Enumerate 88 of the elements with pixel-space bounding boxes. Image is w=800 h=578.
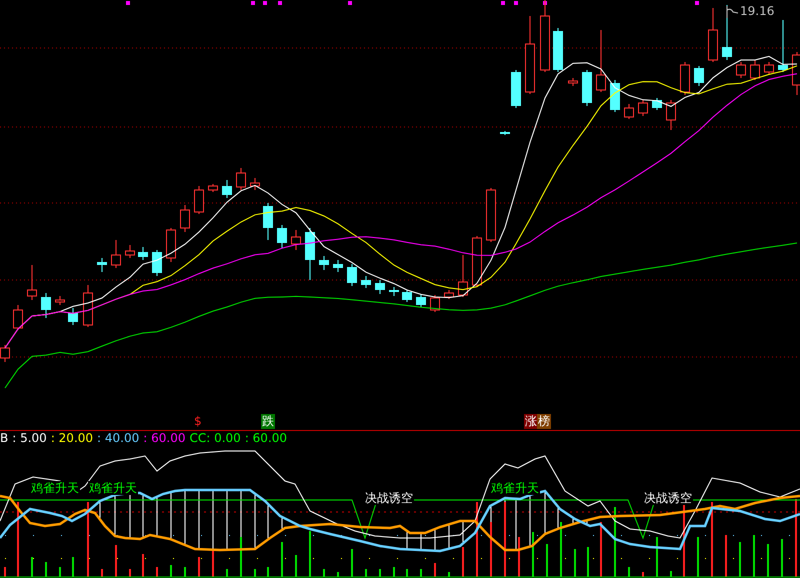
indicator-bar — [198, 490, 200, 550]
signal-tag: 榜 — [537, 414, 551, 429]
candlestick — [680, 62, 690, 96]
signal-label: 决战诱空 — [364, 491, 414, 505]
candlestick — [375, 280, 385, 294]
signal-label: 决战诱空 — [643, 491, 693, 505]
indicator-bar — [156, 496, 158, 537]
indicator-bar — [170, 492, 172, 540]
candlestick — [152, 250, 162, 276]
candlestick — [138, 246, 148, 260]
signal-label: 鸡雀升天 — [490, 481, 540, 495]
indicator-bar — [226, 490, 228, 550]
candlestick — [652, 98, 662, 110]
candlestick — [166, 228, 176, 262]
price-pointer-icon — [726, 6, 738, 18]
indicator-parameter: : 5.00 — [12, 431, 47, 445]
candlestick — [250, 178, 260, 190]
indicator-bar — [254, 493, 256, 550]
signal-tag: 涨 — [524, 414, 538, 429]
candlestick — [319, 256, 329, 270]
indicator-bar — [572, 517, 574, 525]
signal-label: 鸡雀升天 — [88, 481, 138, 495]
candlestick — [694, 66, 704, 86]
dollar-marker: $ — [193, 414, 203, 429]
candlestick — [347, 264, 357, 286]
candlestick — [236, 168, 246, 190]
candlestick — [125, 244, 135, 258]
candlestick — [41, 292, 51, 318]
candlestick — [389, 286, 399, 296]
candlestick — [778, 20, 788, 72]
indicator-parameter: CC: 0.00 — [189, 431, 241, 445]
candlestick — [194, 186, 204, 214]
candlestick — [486, 188, 496, 242]
candlestick — [472, 236, 482, 288]
indicator-parameter: : 20.00 — [50, 431, 94, 445]
candlestick — [222, 180, 232, 198]
candlestick — [402, 290, 412, 302]
candlestick — [83, 284, 93, 328]
candlestick — [582, 70, 592, 106]
candlestick — [430, 294, 440, 312]
candlestick — [305, 228, 315, 280]
candlestick — [416, 294, 426, 308]
candlestick — [361, 276, 371, 288]
candlestick — [666, 100, 676, 130]
candlestick — [68, 308, 78, 326]
candlestick — [708, 8, 718, 62]
indicator-bar — [462, 520, 464, 544]
candlestick — [0, 344, 10, 362]
candlestick — [55, 296, 65, 306]
indicator-bar — [212, 490, 214, 550]
candlestick — [638, 100, 648, 116]
signal-tag: 跌 — [261, 414, 275, 429]
indicator-bar — [406, 530, 408, 550]
indicator-parameter: : 60.00 — [244, 431, 288, 445]
indicator-bar — [114, 494, 116, 536]
indicator-bar — [142, 494, 144, 538]
indicator-parameter: : 60.00 — [143, 431, 186, 445]
candlestick — [736, 62, 746, 78]
candlestick — [291, 230, 301, 250]
indicator-bar — [586, 520, 588, 526]
indicator-bar — [434, 528, 436, 552]
price-label: 19.16 — [740, 4, 774, 18]
indicator-bar — [544, 490, 546, 534]
candlestick — [624, 104, 634, 120]
candlestick — [180, 204, 190, 232]
candlestick — [792, 52, 800, 96]
candlestick — [511, 70, 521, 108]
candlestick — [610, 80, 620, 112]
candlestick — [764, 62, 774, 76]
signal-label: 鸡雀升天 — [30, 481, 80, 495]
candlestick — [97, 258, 107, 272]
indicator-parameter: : 40.00 — [97, 431, 140, 445]
indicator-bar — [184, 490, 186, 546]
candlestick — [596, 30, 606, 92]
candlestick — [208, 184, 218, 192]
candlestick — [458, 254, 468, 298]
candlestick — [27, 264, 37, 300]
indicator-bar — [448, 524, 450, 550]
indicator-parameter: B — [0, 431, 8, 445]
candlestick — [263, 202, 273, 240]
candlestick — [444, 290, 454, 300]
candlestick — [333, 260, 343, 272]
candlestick — [13, 304, 23, 330]
candlestick — [277, 224, 287, 248]
indicator-bar — [420, 532, 422, 550]
candlestick — [111, 240, 121, 268]
candlestick — [553, 28, 563, 72]
candlestick — [750, 60, 760, 80]
